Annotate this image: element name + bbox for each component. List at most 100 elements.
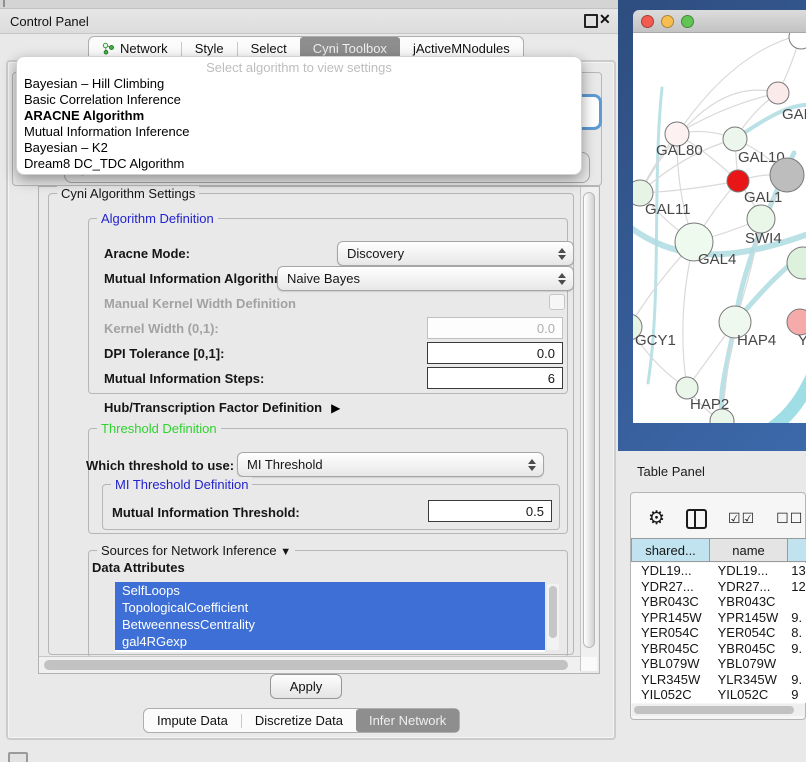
column-header-name[interactable]: name <box>710 538 788 562</box>
network-node-gal[interactable] <box>767 82 789 104</box>
network-edge <box>764 363 806 423</box>
dock-handle-icon[interactable] <box>8 752 28 762</box>
dropdown-item-bayesian-k2[interactable]: Bayesian – K2 <box>17 140 581 156</box>
table-cell <box>785 656 806 672</box>
kernel-width-field[interactable]: 0.0 <box>427 317 563 339</box>
table-panel-title: Table Panel <box>637 464 705 479</box>
network-node-label: SWI4 <box>745 230 782 247</box>
tab-label: Cyni Toolbox <box>313 41 387 56</box>
table-row[interactable]: YBL079WYBL079W <box>631 656 806 672</box>
select-all-checks-icon[interactable]: ☑☑ <box>728 510 755 527</box>
table-row[interactable]: YDL19...YDL19...13 <box>631 563 806 579</box>
control-panel-title: Control Panel <box>10 14 89 29</box>
close-traffic-light[interactable] <box>641 15 654 28</box>
table-row[interactable]: YDR27...YDR27...12 <box>631 579 806 595</box>
table-cell: YBL079W <box>709 656 786 672</box>
gear-icon[interactable]: ⚙ <box>648 507 665 530</box>
network-node[interactable] <box>787 247 806 279</box>
dropdown-item-mutual-information-inference[interactable]: Mutual Information Inference <box>17 124 581 140</box>
settings-hscrollbar-thumb[interactable] <box>44 660 568 670</box>
network-node[interactable] <box>770 158 804 192</box>
attribute-item-topologicalcoefficient[interactable]: TopologicalCoefficient <box>115 599 545 616</box>
table-cell: YER054C <box>709 625 786 641</box>
network-edge <box>640 181 738 193</box>
sources-group-title: Sources for Network Inference ▼ <box>97 543 295 558</box>
dropdown-item-basic-correlation-inference[interactable]: Basic Correlation Inference <box>17 92 581 108</box>
maximize-traffic-light[interactable] <box>681 15 694 28</box>
mi-steps-field[interactable]: 6 <box>427 367 563 389</box>
float-window-icon[interactable] <box>584 14 598 28</box>
minimize-traffic-light[interactable] <box>661 15 674 28</box>
algorithm-definition-title: Algorithm Definition <box>97 211 218 226</box>
corner-tick <box>3 0 5 7</box>
table-cell: YBL079W <box>631 656 709 672</box>
mi-threshold-field[interactable]: 0.5 <box>428 500 552 522</box>
table-cell: 9. <box>785 641 806 657</box>
table-cell: YBR043C <box>631 594 709 610</box>
network-view[interactable]: GALGAL80GAL10GAL1GAL11GAL4SWI4GCY1HAP4YH… <box>633 33 806 423</box>
tab-discretize-data[interactable]: Discretize Data <box>242 709 356 732</box>
network-node-label: GAL80 <box>656 142 703 159</box>
control-panel-titlebar: Control Panel <box>0 8 618 34</box>
dropdown-item-aracne-algorithm[interactable]: ARACNE Algorithm <box>17 108 581 124</box>
mi-type-combo[interactable]: Naive Bayes <box>277 266 574 291</box>
table-cell: YBR043C <box>709 594 786 610</box>
network-node-label: HAP4 <box>737 332 776 349</box>
expand-arrow-icon[interactable]: ▶ <box>331 401 340 415</box>
apply-button[interactable]: Apply <box>270 674 342 699</box>
settings-hscrollbar-track[interactable] <box>39 656 580 673</box>
table-header: shared...name <box>631 538 806 562</box>
table-row[interactable]: YER054CYER054C8. <box>631 625 806 641</box>
which-threshold-label: Which threshold to use: <box>86 458 234 473</box>
table-body: YDL19...YDL19...13YDR27...YDR27...12YBR0… <box>631 563 806 703</box>
tab-impute-data[interactable]: Impute Data <box>144 709 241 732</box>
settings-vscrollbar-track[interactable] <box>580 187 598 671</box>
tab-label: Network <box>120 41 168 56</box>
close-icon[interactable]: ✕ <box>599 11 611 28</box>
network-node-gal10[interactable] <box>723 127 747 151</box>
attribute-item-betweennesscentrality[interactable]: BetweennessCentrality <box>115 616 545 633</box>
dpi-tolerance-field[interactable]: 0.0 <box>427 342 563 364</box>
network-window-titlebar[interactable] <box>633 10 806 33</box>
data-attributes-list: SelfLoopsTopologicalCoefficientBetweenne… <box>115 582 545 652</box>
aracne-mode-combo[interactable]: Discovery <box>337 241 574 266</box>
table-cell: 9 <box>785 687 806 703</box>
network-node-swi4[interactable] <box>747 205 775 233</box>
dropdown-item-dream8-dc-tdc-algorithm[interactable]: Dream8 DC_TDC Algorithm <box>17 156 581 172</box>
which-threshold-combo[interactable]: MI Threshold <box>237 452 544 477</box>
hub-definition-label: Hub/Transcription Factor Definition <box>104 400 322 415</box>
dropdown-item-bayesian-hill-climbing[interactable]: Bayesian – Hill Climbing <box>17 76 581 92</box>
stepper-icon <box>528 459 536 471</box>
attributes-scrollbar-thumb[interactable] <box>549 586 557 638</box>
table-hscrollbar-thumb[interactable] <box>634 706 794 714</box>
columns-icon[interactable] <box>686 509 707 529</box>
table-hscrollbar-track[interactable] <box>632 704 805 716</box>
attribute-item-gal4rgexp[interactable]: gal4RGexp <box>115 633 545 650</box>
scrollbar-corner <box>581 657 597 671</box>
settings-vscrollbar-thumb[interactable] <box>583 192 595 648</box>
column-header-shared[interactable]: shared... <box>631 538 710 562</box>
table-row[interactable]: YBR043CYBR043C <box>631 594 806 610</box>
table-row[interactable]: YBR045CYBR045C9. <box>631 641 806 657</box>
network-canvas: GALGAL80GAL10GAL1GAL11GAL4SWI4GCY1HAP4YH… <box>633 33 806 423</box>
algorithm-dropdown-prompt: Select algorithm to view settings <box>17 57 581 76</box>
network-icon <box>102 42 115 55</box>
deselect-all-checks-icon[interactable]: ☐☐ <box>776 510 803 527</box>
manual-kernel-checkbox[interactable] <box>549 294 565 310</box>
tab-label: jActiveMNodules <box>413 41 510 56</box>
table-cell: YIL052C <box>709 687 786 703</box>
network-node[interactable] <box>789 33 806 49</box>
network-node-label: GAL4 <box>698 251 736 268</box>
attributes-scrollbar-track[interactable] <box>547 584 559 650</box>
table-row[interactable]: YLR345WYLR345W9. <box>631 672 806 688</box>
table-cell: 9. <box>785 672 806 688</box>
hub-definition-row[interactable]: Hub/Transcription Factor Definition ▶ <box>104 400 340 415</box>
attribute-item-selfloops[interactable]: SelfLoops <box>115 582 545 599</box>
table-row[interactable]: YIL052CYIL052C9 <box>631 687 806 703</box>
collapse-arrow-icon[interactable]: ▼ <box>280 546 291 558</box>
top-strip <box>0 0 618 8</box>
threshold-definition-title: Threshold Definition <box>97 421 221 436</box>
tab-infer-network[interactable]: Infer Network <box>356 709 459 732</box>
column-header-cut[interactable] <box>788 538 806 562</box>
table-row[interactable]: YPR145WYPR145W9. <box>631 610 806 626</box>
